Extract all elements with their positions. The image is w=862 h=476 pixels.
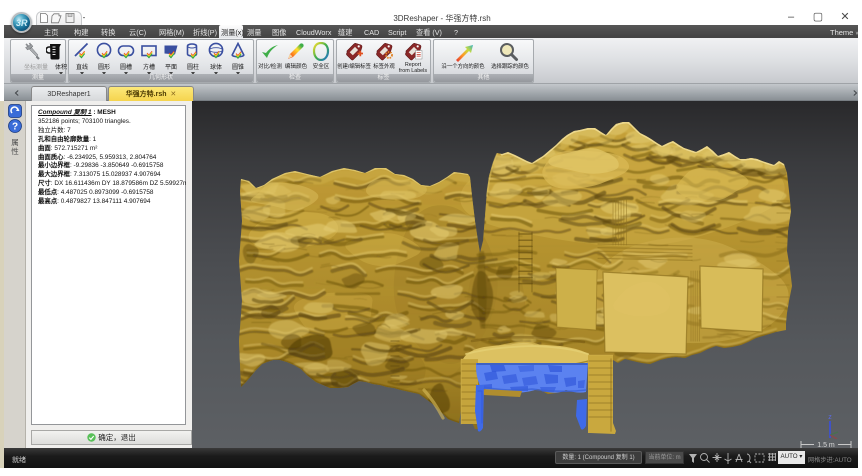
- svg-text:?: ?: [12, 122, 18, 133]
- svg-text:z: z: [828, 414, 832, 421]
